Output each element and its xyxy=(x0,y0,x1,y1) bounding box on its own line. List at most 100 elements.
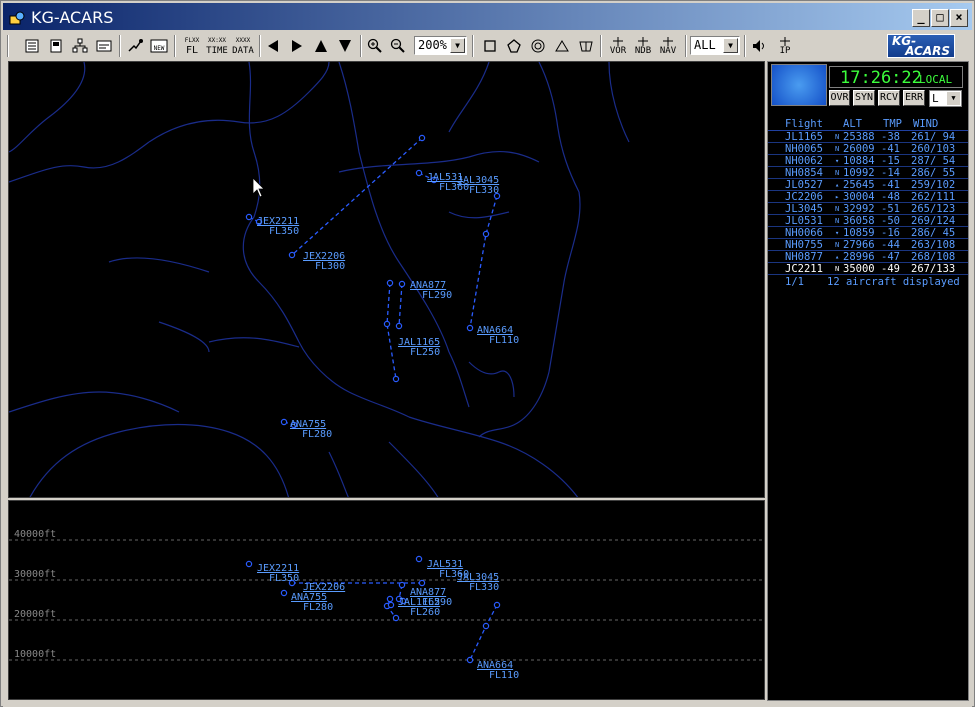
flight-list-row[interactable]: NH0065 N 26009 -41 260/103 xyxy=(768,143,968,155)
close-button[interactable]: × xyxy=(950,9,968,27)
triangle-icon[interactable] xyxy=(551,34,573,58)
flight-row-alt: 25388 xyxy=(843,131,875,143)
filter-select[interactable]: ALL ▼ xyxy=(690,36,740,55)
profile-track-point[interactable] xyxy=(493,601,501,609)
text-icon[interactable] xyxy=(93,34,115,58)
flight-list-row[interactable]: NH0755 N 27966 -44 263/108 xyxy=(768,239,968,251)
print-icon[interactable] xyxy=(45,34,67,58)
track-point[interactable] xyxy=(245,213,253,221)
profile-track-point[interactable] xyxy=(392,614,400,622)
list-icon[interactable] xyxy=(21,34,43,58)
clock-display: 17:26:22 LOCAL xyxy=(829,66,963,88)
flight-row-alt: 32992 xyxy=(843,203,875,215)
flag-ovr[interactable]: OVR xyxy=(829,90,850,106)
track-point[interactable] xyxy=(415,169,423,177)
header-tmp[interactable]: TMP xyxy=(883,118,902,130)
flight-list-row[interactable]: JC2206 ▸ 30004 -48 262/111 xyxy=(768,191,968,203)
flag-rcv[interactable]: RCV xyxy=(878,90,900,106)
clock-zone: LOCAL xyxy=(919,73,953,86)
target-icon[interactable] xyxy=(527,34,549,58)
header-wind[interactable]: WIND xyxy=(913,118,938,130)
zoom-out-icon[interactable] xyxy=(387,34,409,58)
flag-err[interactable]: ERR xyxy=(903,90,925,106)
track-point[interactable] xyxy=(383,320,391,328)
flight-row-trend: N xyxy=(835,145,840,153)
pentagon-icon[interactable] xyxy=(503,34,525,58)
profile-track-point[interactable] xyxy=(482,622,490,630)
title-bar[interactable]: KG-ACARS _ □ × xyxy=(3,3,972,30)
profile-aircraft-point[interactable] xyxy=(415,555,423,563)
trapezoid-icon[interactable] xyxy=(575,34,597,58)
map-canvas[interactable]: JEX2211FL350JEX2206FL300JAL531FL360JAL30… xyxy=(9,62,765,498)
flight-list-row[interactable]: NH0877 ▴ 28996 -47 268/108 xyxy=(768,251,968,263)
window-title: KG-ACARS xyxy=(31,8,114,27)
flight-row-tmp: -48 xyxy=(881,191,900,203)
vor-button[interactable]: VOR xyxy=(606,34,630,58)
track-line xyxy=(386,282,397,380)
radar-thumbnail[interactable] xyxy=(771,64,827,106)
profile-track-point[interactable] xyxy=(466,656,474,664)
track-point[interactable] xyxy=(466,324,474,332)
flight-list-footer: 1/1 12 aircraft displayed xyxy=(768,275,968,289)
arrow-up-icon[interactable] xyxy=(310,34,332,58)
flight-list-row[interactable]: JL0527 ▴ 25645 -41 259/102 xyxy=(768,179,968,191)
flight-list-row[interactable]: NH0066 ▾ 10859 -16 286/ 45 xyxy=(768,227,968,239)
flight-row-trend: N xyxy=(835,169,840,177)
level-select[interactable]: L ▼ xyxy=(929,90,962,107)
vor-label: VOR xyxy=(609,45,627,56)
maximize-button[interactable]: □ xyxy=(931,9,949,27)
profile-canvas[interactable]: 40000ft30000ft20000ft10000ft JEX2211FL35… xyxy=(9,501,765,700)
profile-track-point[interactable] xyxy=(386,595,394,603)
profile-aircraft-point[interactable] xyxy=(387,601,395,609)
nav-button[interactable]: NAV xyxy=(656,34,680,58)
track-point[interactable] xyxy=(398,280,406,288)
track-point[interactable] xyxy=(418,134,426,142)
flight-row-flight: NH0065 xyxy=(785,143,823,155)
header-alt[interactable]: ALT xyxy=(843,118,862,130)
time-button[interactable]: XX:XX TIME xyxy=(204,34,230,58)
flight-list-row[interactable]: JL3045 N 32992 -51 265/123 xyxy=(768,203,968,215)
speaker-icon[interactable] xyxy=(748,34,770,58)
arrow-right-icon[interactable] xyxy=(286,34,308,58)
flight-list-row[interactable]: JL0531 N 36058 -50 269/124 xyxy=(768,215,968,227)
arrow-left-icon[interactable] xyxy=(262,34,284,58)
filter-value: ALL xyxy=(694,38,716,52)
arrow-down-icon[interactable] xyxy=(334,34,356,58)
flight-list-row[interactable]: NH0854 N 10992 -14 286/ 55 xyxy=(768,167,968,179)
square-icon[interactable] xyxy=(479,34,501,58)
track-point[interactable] xyxy=(482,230,490,238)
track-point[interactable] xyxy=(280,418,288,426)
altitude-axis-label: 10000ft xyxy=(14,649,56,660)
data-button[interactable]: XXXX DATA xyxy=(230,34,256,58)
flight-list-row[interactable]: JC2211 N 35000 -49 267/133 xyxy=(768,263,968,275)
track-point[interactable] xyxy=(392,375,400,383)
ip-button[interactable]: IP xyxy=(773,34,797,58)
footer-page: 1/1 xyxy=(785,276,804,288)
ndb-button[interactable]: NDB xyxy=(631,34,655,58)
profile-level: FL350 xyxy=(269,573,299,584)
track-point[interactable] xyxy=(395,322,403,330)
flight-row-tmp: -16 xyxy=(881,227,900,239)
tree-icon[interactable] xyxy=(69,34,91,58)
flight-row-wind: 269/124 xyxy=(911,215,956,227)
new-icon[interactable]: NEW xyxy=(148,34,170,58)
zoom-select[interactable]: 200% ▼ xyxy=(414,36,467,55)
profile-aircraft-point[interactable] xyxy=(245,560,253,568)
app-window: KG-ACARS _ □ × NEW FLXX FL XX:XX TIME XX… xyxy=(0,0,975,707)
track-point[interactable] xyxy=(386,279,394,287)
flight-row-wind: 267/133 xyxy=(911,263,956,275)
track-icon[interactable] xyxy=(124,34,146,58)
profile-track-point[interactable] xyxy=(418,579,426,587)
header-flight[interactable]: Flight xyxy=(785,118,823,130)
minimize-button[interactable]: _ xyxy=(912,9,930,27)
profile-track-point[interactable] xyxy=(398,581,406,589)
profile-aircraft-point[interactable] xyxy=(280,589,288,597)
map-view[interactable]: JEX2211 FL350 JEX2206 FL300 JAL531 FL360 JAL30… xyxy=(8,61,765,498)
flight-list-row[interactable]: JL1165 N 25388 -38 261/ 94 xyxy=(768,131,968,143)
altitude-profile-view[interactable]: 40000ft 30000ft 20000ft 10000ft JEX2211 FL35… xyxy=(8,500,765,700)
flag-syn[interactable]: SYN xyxy=(853,90,875,106)
fl-button[interactable]: FLXX FL xyxy=(180,34,204,58)
flight-list-row[interactable]: NH0062 ▾ 10884 -15 287/ 54 xyxy=(768,155,968,167)
track-point[interactable] xyxy=(288,251,296,259)
zoom-in-icon[interactable] xyxy=(364,34,386,58)
